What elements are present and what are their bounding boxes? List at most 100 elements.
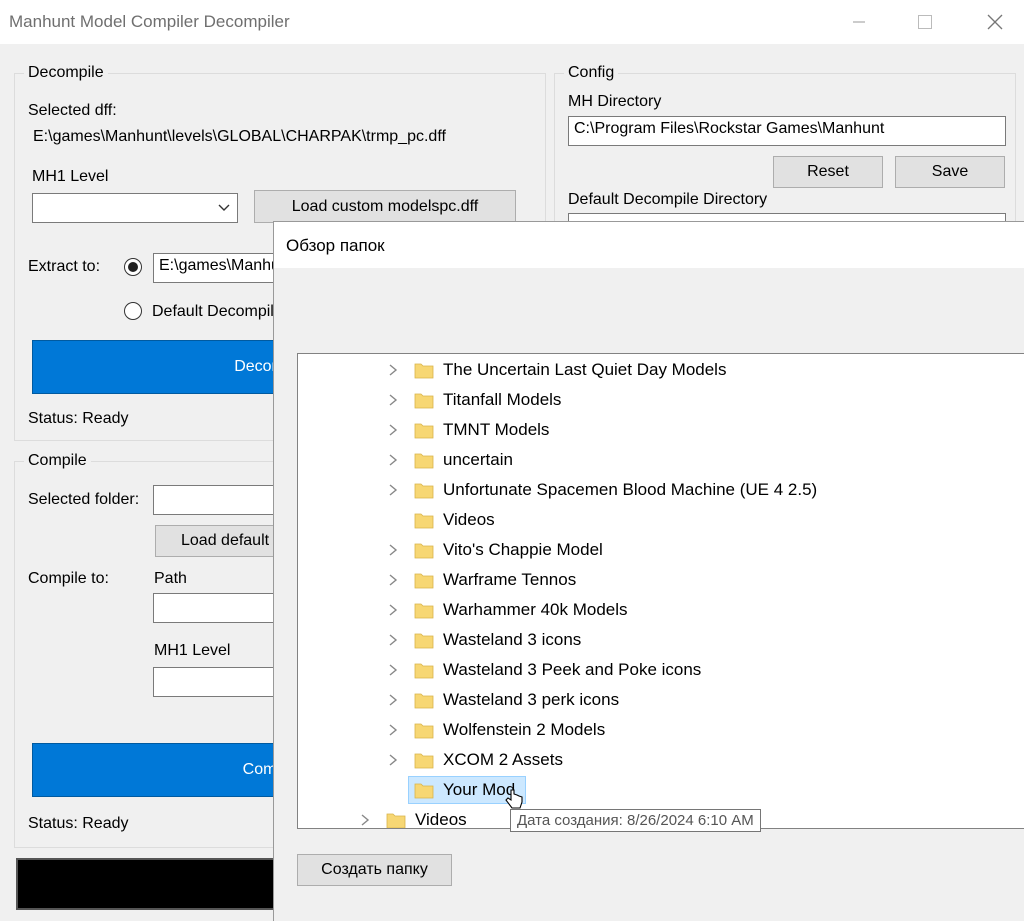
selected-dff-label: Selected dff: (28, 102, 117, 119)
close-icon[interactable] (972, 4, 1018, 40)
chevron-right-icon[interactable] (386, 720, 400, 740)
chevron-right-icon[interactable] (386, 450, 400, 470)
load-custom-modelspc-button[interactable]: Load custom modelspc.dff (254, 190, 516, 223)
tree-item-label: Videos (415, 810, 467, 829)
tree-item[interactable]: Wasteland 3 Peek and Poke icons (298, 655, 1024, 685)
folder-icon (414, 720, 434, 740)
folder-icon (414, 540, 434, 560)
compile-level-select[interactable] (153, 667, 283, 697)
minimize-icon[interactable] (836, 4, 882, 40)
tree-item[interactable]: Warhammer 40k Models (298, 595, 1024, 625)
save-button[interactable]: Save (895, 156, 1005, 188)
folder-icon (414, 360, 434, 380)
chevron-right-icon[interactable] (386, 540, 400, 560)
chevron-right-icon[interactable] (386, 390, 400, 410)
chevron-right-icon[interactable] (386, 480, 400, 500)
folder-icon (414, 780, 434, 800)
folder-icon (414, 450, 434, 470)
default-decompile-dir-label: Default Decompile Directory (568, 191, 768, 208)
extract-path-input[interactable]: E:\games\Manhunt (153, 253, 283, 283)
chevron-right-icon[interactable] (386, 660, 400, 680)
folder-tree[interactable]: The Uncertain Last Quiet Day Models Titan… (297, 353, 1024, 829)
compile-level-label: MH1 Level (154, 642, 231, 659)
selected-dff-path: E:\games\Manhunt\levels\GLOBAL\CHARPAK\t… (33, 128, 446, 145)
folder-icon (414, 690, 434, 710)
chevron-right-icon[interactable] (358, 810, 372, 828)
tree-item-label: Wasteland 3 perk icons (443, 690, 620, 709)
tree-item[interactable]: Unfortunate Spacemen Blood Machine (UE 4… (298, 475, 1024, 505)
reset-button[interactable]: Reset (773, 156, 883, 188)
tree-item-label: Videos (443, 510, 495, 529)
selected-folder-input[interactable] (153, 485, 283, 515)
load-default-button[interactable]: Load default (155, 525, 285, 557)
tree-item-label: The Uncertain Last Quiet Day Models (443, 360, 727, 379)
tree-item-label: XCOM 2 Assets (443, 750, 563, 769)
tree-item[interactable]: XCOM 2 Assets (298, 745, 1024, 775)
tree-item[interactable]: Wasteland 3 icons (298, 625, 1024, 655)
compile-to-label: Compile to: (28, 570, 109, 587)
config-group-label: Config (564, 64, 619, 82)
decompile-status: Status: Ready (28, 410, 129, 427)
dialog-title-bar: Обзор папок (274, 222, 1024, 268)
chevron-right-icon[interactable] (386, 630, 400, 650)
compile-status: Status: Ready (28, 815, 129, 832)
dialog-title: Обзор папок (286, 236, 385, 255)
maximize-icon[interactable] (902, 4, 948, 40)
tree-item-label: TMNT Models (443, 420, 550, 439)
mh-directory-label: MH Directory (568, 93, 662, 110)
tree-item-label: Titanfall Models (443, 390, 562, 409)
folder-tooltip: Дата создания: 8/26/2024 6:10 AM (510, 809, 761, 832)
tree-item[interactable]: uncertain (298, 445, 1024, 475)
folder-icon (414, 390, 434, 410)
tree-item-label: uncertain (443, 450, 513, 469)
tree-item[interactable]: Warframe Tennos (298, 565, 1024, 595)
extract-to-label: Extract to: (28, 258, 101, 275)
tree-item[interactable]: Your Mod (298, 775, 1024, 805)
compile-path-label: Path (154, 570, 187, 587)
folder-icon (414, 420, 434, 440)
decompile-group-label: Decompile (24, 64, 108, 82)
tree-item-label: Warframe Tennos (443, 570, 577, 589)
default-directory-radio[interactable] (124, 302, 142, 320)
chevron-right-icon[interactable] (386, 570, 400, 590)
compile-path-input[interactable] (153, 593, 283, 623)
title-bar: Manhunt Model Compiler Decompiler (0, 0, 1024, 44)
chevron-right-icon[interactable] (386, 360, 400, 380)
folder-icon (414, 570, 434, 590)
folder-icon (414, 630, 434, 650)
tree-item[interactable]: Videos (298, 505, 1024, 535)
tree-item[interactable]: TMNT Models (298, 415, 1024, 445)
tree-item-label: Vito's Chappie Model (443, 540, 603, 559)
chevron-right-icon[interactable] (386, 600, 400, 620)
chevron-right-icon[interactable] (386, 690, 400, 710)
extract-path-radio[interactable] (124, 258, 142, 276)
folder-icon (414, 600, 434, 620)
folder-icon (414, 480, 434, 500)
chevron-right-icon[interactable] (386, 420, 400, 440)
tree-item-label: Unfortunate Spacemen Blood Machine (UE 4… (443, 480, 818, 499)
default-directory-label: Default Decompile Directory (152, 303, 277, 320)
folder-icon (386, 810, 406, 828)
window-title: Manhunt Model Compiler Decompiler (9, 12, 290, 31)
tree-item[interactable]: The Uncertain Last Quiet Day Models (298, 355, 1024, 385)
tree-item-label: Wolfenstein 2 Models (443, 720, 606, 739)
tree-item[interactable]: Titanfall Models (298, 385, 1024, 415)
chevron-right-icon[interactable] (386, 750, 400, 770)
browse-folder-dialog: Обзор папок The Uncertain Last Quiet Day… (273, 221, 1024, 921)
tree-item[interactable]: Wasteland 3 perk icons (298, 685, 1024, 715)
tree-item-label: Wasteland 3 Peek and Poke icons (443, 660, 702, 679)
folder-icon (414, 510, 434, 530)
tree-item[interactable]: Wolfenstein 2 Models (298, 715, 1024, 745)
mh-directory-input[interactable]: C:\Program Files\Rockstar Games\Manhunt (568, 116, 1006, 146)
compile-group-label: Compile (24, 452, 91, 470)
decompile-level-label: MH1 Level (32, 168, 109, 185)
new-folder-button[interactable]: Создать папку (297, 854, 452, 886)
selected-folder-label: Selected folder: (28, 491, 140, 508)
tree-item-label: Wasteland 3 icons (443, 630, 582, 649)
tree-item-label: Warhammer 40k Models (443, 600, 628, 619)
folder-icon (414, 750, 434, 770)
folder-icon (414, 660, 434, 680)
chevron-down-icon (217, 198, 231, 221)
decompile-level-select[interactable] (32, 193, 238, 223)
tree-item[interactable]: Vito's Chappie Model (298, 535, 1024, 565)
